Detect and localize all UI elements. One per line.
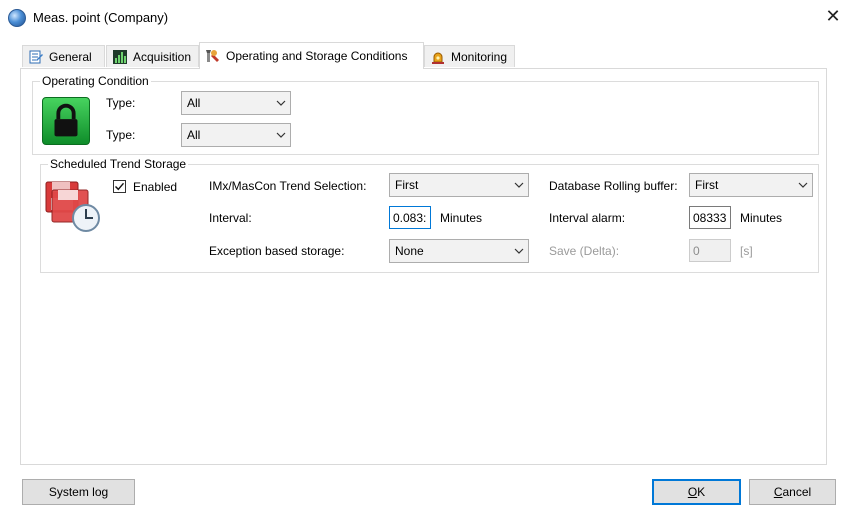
chevron-down-icon — [272, 92, 290, 114]
tab-acquisition[interactable]: Acquisition — [106, 45, 199, 67]
rolling-buffer-value: First — [695, 178, 719, 192]
type-select-2-value: All — [187, 128, 201, 142]
cancel-mnemonic: C — [773, 485, 783, 499]
alarm-light-icon — [430, 49, 446, 65]
tab-general[interactable]: General — [22, 45, 105, 67]
enabled-checkbox[interactable] — [113, 180, 126, 193]
chevron-down-icon — [510, 174, 528, 196]
interval-alarm-unit: Minutes — [740, 211, 783, 225]
cancel-label-rest: ancel — [782, 485, 812, 499]
tab-monitoring[interactable]: Monitoring — [424, 45, 515, 67]
chevron-down-icon — [510, 240, 528, 262]
operating-condition-legend: Operating Condition — [40, 74, 151, 88]
ok-label-rest: K — [697, 485, 706, 499]
close-icon[interactable]: ✕ — [823, 6, 842, 26]
type-select-2[interactable]: All — [181, 123, 291, 147]
tab-acquisition-label: Acquisition — [133, 49, 192, 64]
exception-label: Exception based storage: — [209, 244, 345, 258]
type-label-1: Type: — [106, 96, 136, 110]
padlock-icon — [42, 97, 90, 145]
chart-icon — [112, 49, 128, 65]
chevron-down-icon — [272, 124, 290, 146]
rolling-buffer-select[interactable]: First — [689, 173, 813, 197]
type-select-1-value: All — [187, 96, 201, 110]
trend-selection-label: IMx/MasCon Trend Selection: — [209, 179, 367, 193]
enabled-label: Enabled — [133, 180, 178, 194]
interval-label: Interval: — [209, 211, 252, 225]
tab-operating-storage-label: Operating and Storage Conditions — [226, 49, 408, 63]
save-delta-field[interactable]: 0 — [689, 239, 731, 262]
checkmark-icon — [115, 182, 125, 191]
tools-icon — [205, 48, 221, 64]
cancel-button[interactable]: Cancel — [749, 479, 836, 505]
save-delta-unit: [s] — [740, 244, 753, 258]
app-globe-icon — [8, 9, 26, 27]
exception-select[interactable]: None — [389, 239, 529, 263]
ok-button[interactable]: OK — [652, 479, 741, 505]
tab-monitoring-label: Monitoring — [451, 49, 508, 64]
edit-page-icon — [28, 49, 44, 65]
type-label-2: Type: — [106, 128, 136, 142]
tab-operating-storage[interactable]: Operating and Storage Conditions — [199, 42, 424, 69]
trend-selection-value: First — [395, 178, 419, 192]
floppy-clock-icon — [44, 178, 102, 234]
interval-alarm-field[interactable]: 08333 — [689, 206, 731, 229]
window-title: Meas. point (Company) — [33, 10, 169, 25]
ok-mnemonic: O — [687, 485, 698, 499]
rolling-buffer-label: Database Rolling buffer: — [549, 179, 678, 193]
interval-unit: Minutes — [440, 211, 483, 225]
trend-selection-select[interactable]: First — [389, 173, 529, 197]
chevron-down-icon — [794, 174, 812, 196]
operating-condition-group — [32, 81, 819, 155]
tab-general-label: General — [49, 49, 92, 64]
save-delta-label: Save (Delta): — [549, 244, 620, 258]
trend-storage-legend: Scheduled Trend Storage — [48, 157, 189, 171]
interval-alarm-label: Interval alarm: — [549, 211, 626, 225]
system-log-button[interactable]: System log — [22, 479, 135, 505]
type-select-1[interactable]: All — [181, 91, 291, 115]
exception-value: None — [395, 244, 424, 258]
interval-field[interactable]: 0.083: — [389, 206, 431, 229]
